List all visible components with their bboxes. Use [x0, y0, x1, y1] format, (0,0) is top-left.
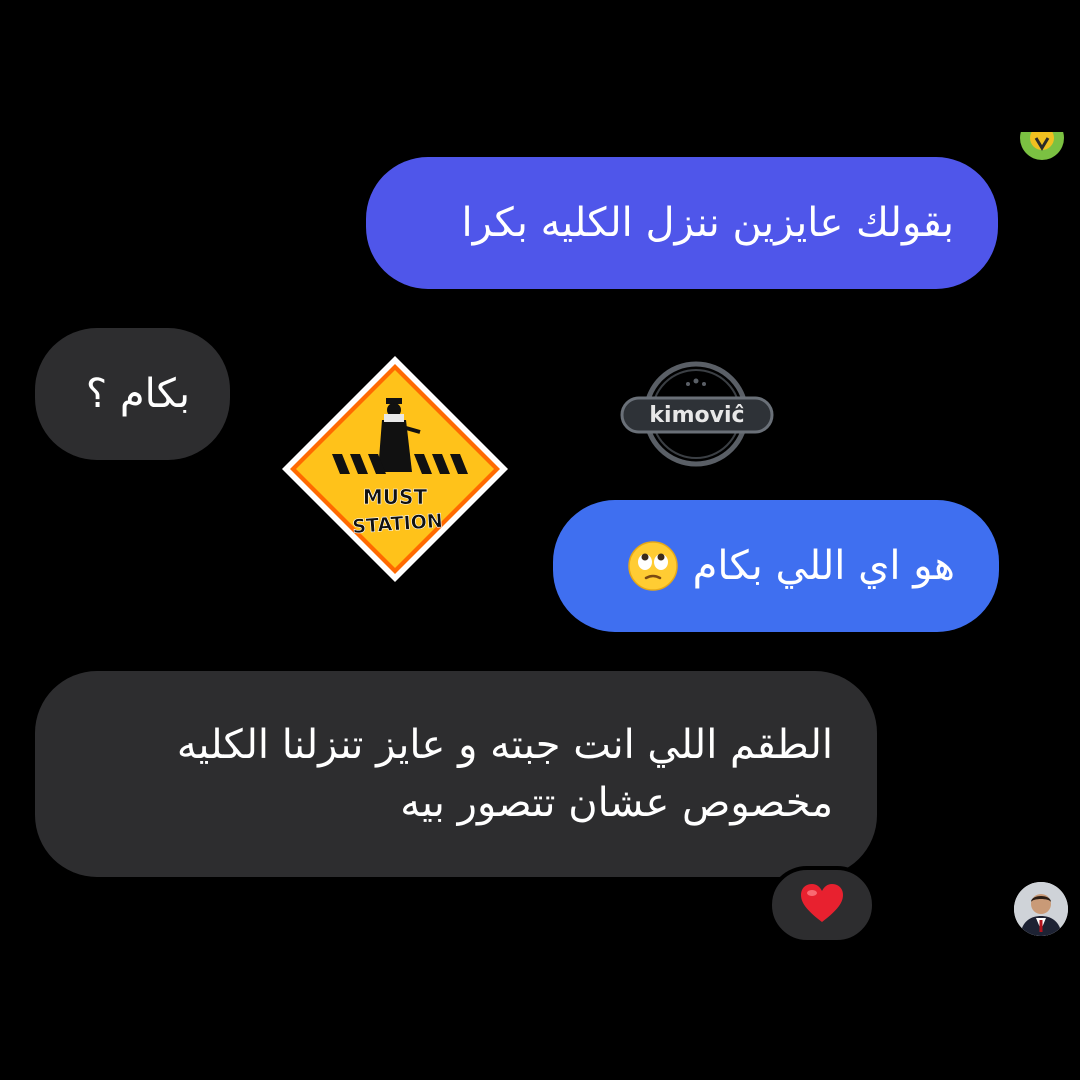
- message-reaction[interactable]: [768, 866, 876, 944]
- message-text-line: مخصوص عشان تتصور بيه: [400, 780, 833, 826]
- read-receipt-avatar: [1018, 132, 1066, 160]
- avatar[interactable]: [1014, 882, 1068, 936]
- must-station-logo: MUST STATION: [280, 354, 510, 584]
- message-text: بكام ؟: [85, 371, 190, 417]
- message-text: بقولك عايزين ننزل الكليه بكرا: [461, 200, 954, 246]
- message-text-line: الطقم اللي انت جبته و عايز تنزلنا الكليه: [176, 722, 833, 768]
- message-bubble-received[interactable]: الطقم اللي انت جبته و عايز تنزلنا الكليه…: [35, 671, 877, 877]
- kimovic-badge-logo: kimoviĉ: [620, 358, 780, 478]
- sign-text-line1: MUST: [363, 485, 428, 509]
- message-text: هو اي اللي بكام: [692, 543, 955, 589]
- badge-text: kimoviĉ: [649, 403, 744, 428]
- message-bubble-sent[interactable]: هو اي اللي بكام: [553, 500, 999, 632]
- red-heart-icon: [799, 882, 845, 928]
- face-with-rolling-eyes-icon: [627, 540, 679, 592]
- message-bubble-sent[interactable]: بقولك عايزين ننزل الكليه بكرا: [366, 157, 998, 289]
- message-bubble-received[interactable]: بكام ؟: [35, 328, 230, 460]
